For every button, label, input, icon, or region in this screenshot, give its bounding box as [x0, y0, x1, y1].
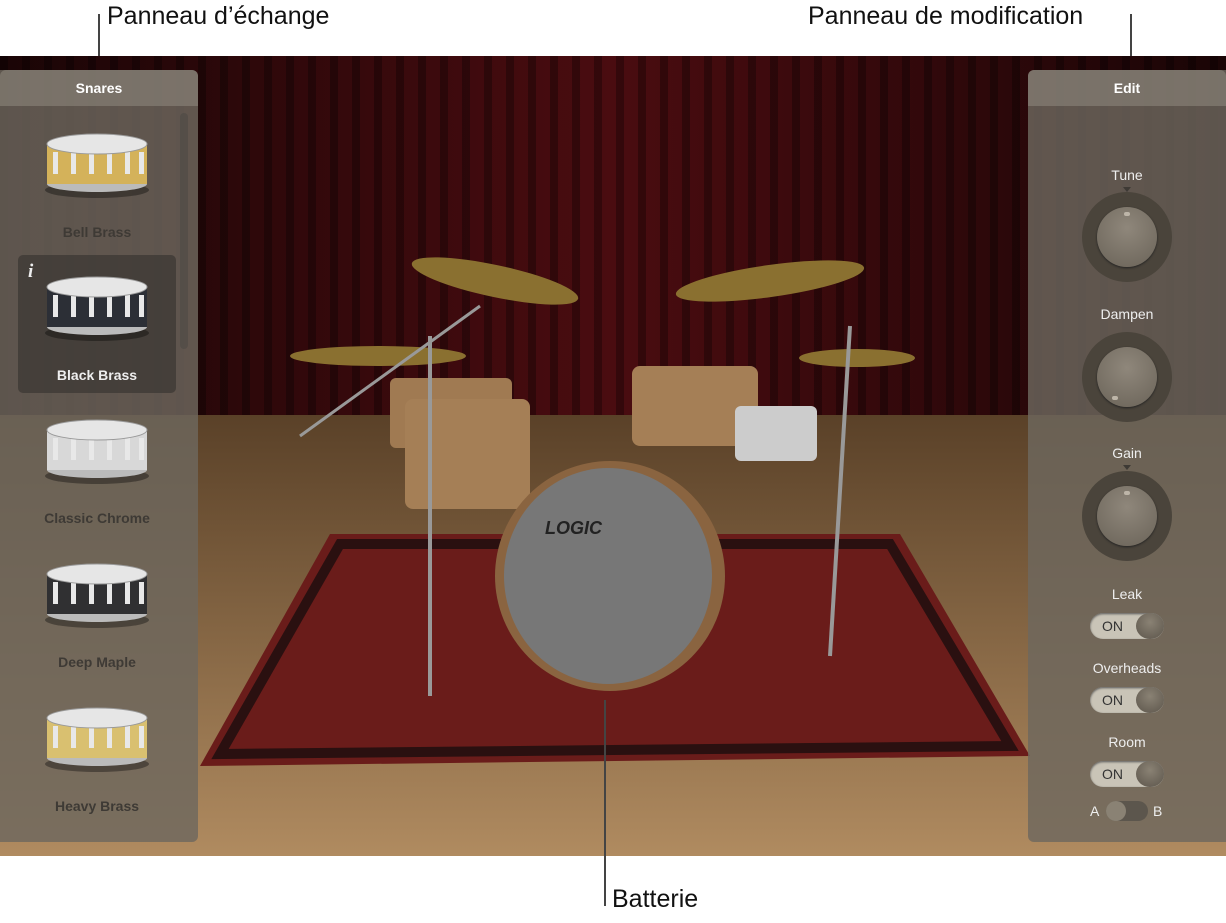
- overheads-label: Overheads: [1092, 660, 1162, 676]
- swap-panel: Snares Bell Brass i Black Brass Classic Chr…: [0, 70, 198, 842]
- leak-label: Leak: [1111, 586, 1143, 602]
- room-toggle[interactable]: ON: [1090, 761, 1164, 787]
- swap-panel-callout: Panneau d’échange: [107, 2, 330, 30]
- snare-item[interactable]: Heavy Brass: [18, 686, 176, 824]
- info-icon[interactable]: i: [28, 261, 33, 283]
- snare-drum-icon: [45, 707, 149, 772]
- edit-panel: Edit Tune Dampen Gain Leak ON Overheads …: [1028, 70, 1226, 842]
- room-label: Room: [1108, 734, 1146, 750]
- ab-label-b: B: [1153, 803, 1163, 819]
- tune-label: Tune: [1111, 167, 1143, 183]
- snare-label: Classic Chrome: [44, 510, 150, 526]
- snare-item[interactable]: i Black Brass: [18, 255, 176, 393]
- ab-switch[interactable]: [1106, 801, 1148, 821]
- snare-item[interactable]: Deep Maple: [18, 542, 176, 680]
- snare-drum-icon: [45, 276, 149, 341]
- snare-item[interactable]: Bell Brass: [18, 112, 176, 250]
- edit-panel-callout: Panneau de modification: [808, 2, 1084, 30]
- snare-label: Heavy Brass: [54, 798, 140, 814]
- swap-panel-title: Snares: [0, 70, 198, 106]
- dampen-knob[interactable]: [1082, 332, 1172, 422]
- snare-drum-icon: [45, 563, 149, 628]
- leak-toggle[interactable]: ON: [1090, 613, 1164, 639]
- snare-item[interactable]: Classic Chrome: [18, 398, 176, 536]
- snare-label: Bell Brass: [62, 224, 132, 240]
- snare-label: Deep Maple: [58, 654, 136, 670]
- snare-drum-icon: [45, 419, 149, 484]
- snare-label: Black Brass: [56, 367, 138, 383]
- scrollbar[interactable]: [180, 113, 188, 349]
- snare-drum-icon: [45, 133, 149, 198]
- kit-callout: Batterie: [612, 885, 699, 913]
- tune-knob[interactable]: [1082, 192, 1172, 282]
- dampen-label: Dampen: [1100, 306, 1154, 322]
- center-marker-icon: [1123, 465, 1131, 470]
- bass-drum-logo: LOGIC: [545, 518, 603, 538]
- edit-panel-title: Edit: [1028, 70, 1226, 106]
- overheads-toggle[interactable]: ON: [1090, 687, 1164, 713]
- gain-label: Gain: [1112, 445, 1142, 461]
- ab-label-a: A: [1090, 803, 1100, 819]
- callout-line: [604, 700, 606, 906]
- gain-knob[interactable]: [1082, 471, 1172, 561]
